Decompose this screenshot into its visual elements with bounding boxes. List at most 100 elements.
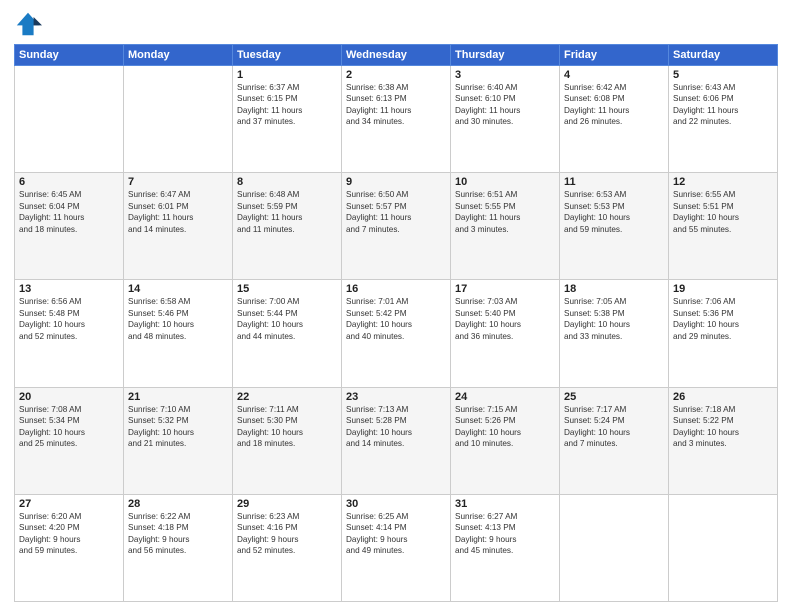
calendar-cell: 21Sunrise: 7:10 AM Sunset: 5:32 PM Dayli… <box>124 387 233 494</box>
cell-text: Sunrise: 6:40 AM Sunset: 6:10 PM Dayligh… <box>455 82 555 128</box>
day-number: 18 <box>564 283 664 295</box>
day-number: 27 <box>19 498 119 510</box>
calendar-header-tuesday: Tuesday <box>233 45 342 66</box>
cell-text: Sunrise: 6:43 AM Sunset: 6:06 PM Dayligh… <box>673 82 773 128</box>
day-number: 3 <box>455 69 555 81</box>
cell-text: Sunrise: 6:48 AM Sunset: 5:59 PM Dayligh… <box>237 189 337 235</box>
cell-text: Sunrise: 6:25 AM Sunset: 4:14 PM Dayligh… <box>346 511 446 557</box>
calendar-cell: 16Sunrise: 7:01 AM Sunset: 5:42 PM Dayli… <box>342 280 451 387</box>
calendar-cell: 30Sunrise: 6:25 AM Sunset: 4:14 PM Dayli… <box>342 494 451 601</box>
calendar-header-monday: Monday <box>124 45 233 66</box>
calendar-week-0: 1Sunrise: 6:37 AM Sunset: 6:15 PM Daylig… <box>15 66 778 173</box>
cell-text: Sunrise: 7:13 AM Sunset: 5:28 PM Dayligh… <box>346 404 446 450</box>
day-number: 2 <box>346 69 446 81</box>
calendar-cell: 20Sunrise: 7:08 AM Sunset: 5:34 PM Dayli… <box>15 387 124 494</box>
cell-text: Sunrise: 6:51 AM Sunset: 5:55 PM Dayligh… <box>455 189 555 235</box>
day-number: 15 <box>237 283 337 295</box>
calendar-header-saturday: Saturday <box>669 45 778 66</box>
cell-text: Sunrise: 6:58 AM Sunset: 5:46 PM Dayligh… <box>128 296 228 342</box>
calendar-cell: 4Sunrise: 6:42 AM Sunset: 6:08 PM Daylig… <box>560 66 669 173</box>
calendar-cell: 6Sunrise: 6:45 AM Sunset: 6:04 PM Daylig… <box>15 173 124 280</box>
day-number: 9 <box>346 176 446 188</box>
day-number: 26 <box>673 391 773 403</box>
calendar-header-thursday: Thursday <box>451 45 560 66</box>
day-number: 22 <box>237 391 337 403</box>
day-number: 5 <box>673 69 773 81</box>
day-number: 7 <box>128 176 228 188</box>
calendar-cell: 15Sunrise: 7:00 AM Sunset: 5:44 PM Dayli… <box>233 280 342 387</box>
day-number: 8 <box>237 176 337 188</box>
calendar-cell: 10Sunrise: 6:51 AM Sunset: 5:55 PM Dayli… <box>451 173 560 280</box>
day-number: 16 <box>346 283 446 295</box>
calendar-cell: 7Sunrise: 6:47 AM Sunset: 6:01 PM Daylig… <box>124 173 233 280</box>
day-number: 12 <box>673 176 773 188</box>
cell-text: Sunrise: 6:23 AM Sunset: 4:16 PM Dayligh… <box>237 511 337 557</box>
calendar-cell: 9Sunrise: 6:50 AM Sunset: 5:57 PM Daylig… <box>342 173 451 280</box>
calendar-cell: 11Sunrise: 6:53 AM Sunset: 5:53 PM Dayli… <box>560 173 669 280</box>
day-number: 1 <box>237 69 337 81</box>
day-number: 31 <box>455 498 555 510</box>
day-number: 17 <box>455 283 555 295</box>
calendar-week-1: 6Sunrise: 6:45 AM Sunset: 6:04 PM Daylig… <box>15 173 778 280</box>
day-number: 28 <box>128 498 228 510</box>
cell-text: Sunrise: 7:01 AM Sunset: 5:42 PM Dayligh… <box>346 296 446 342</box>
calendar-cell: 8Sunrise: 6:48 AM Sunset: 5:59 PM Daylig… <box>233 173 342 280</box>
calendar-cell: 31Sunrise: 6:27 AM Sunset: 4:13 PM Dayli… <box>451 494 560 601</box>
cell-text: Sunrise: 6:55 AM Sunset: 5:51 PM Dayligh… <box>673 189 773 235</box>
cell-text: Sunrise: 6:45 AM Sunset: 6:04 PM Dayligh… <box>19 189 119 235</box>
page: SundayMondayTuesdayWednesdayThursdayFrid… <box>0 0 792 612</box>
cell-text: Sunrise: 6:42 AM Sunset: 6:08 PM Dayligh… <box>564 82 664 128</box>
day-number: 10 <box>455 176 555 188</box>
cell-text: Sunrise: 7:03 AM Sunset: 5:40 PM Dayligh… <box>455 296 555 342</box>
cell-text: Sunrise: 6:37 AM Sunset: 6:15 PM Dayligh… <box>237 82 337 128</box>
cell-text: Sunrise: 7:18 AM Sunset: 5:22 PM Dayligh… <box>673 404 773 450</box>
logo <box>14 10 46 38</box>
calendar-cell: 25Sunrise: 7:17 AM Sunset: 5:24 PM Dayli… <box>560 387 669 494</box>
day-number: 23 <box>346 391 446 403</box>
calendar-header-sunday: Sunday <box>15 45 124 66</box>
calendar-cell <box>669 494 778 601</box>
day-number: 6 <box>19 176 119 188</box>
day-number: 14 <box>128 283 228 295</box>
logo-icon <box>14 10 42 38</box>
calendar-cell <box>560 494 669 601</box>
calendar-cell: 3Sunrise: 6:40 AM Sunset: 6:10 PM Daylig… <box>451 66 560 173</box>
day-number: 20 <box>19 391 119 403</box>
day-number: 30 <box>346 498 446 510</box>
cell-text: Sunrise: 6:38 AM Sunset: 6:13 PM Dayligh… <box>346 82 446 128</box>
calendar-cell: 14Sunrise: 6:58 AM Sunset: 5:46 PM Dayli… <box>124 280 233 387</box>
calendar-header-friday: Friday <box>560 45 669 66</box>
calendar-table: SundayMondayTuesdayWednesdayThursdayFrid… <box>14 44 778 602</box>
calendar-cell <box>15 66 124 173</box>
day-number: 13 <box>19 283 119 295</box>
calendar-cell: 13Sunrise: 6:56 AM Sunset: 5:48 PM Dayli… <box>15 280 124 387</box>
header <box>14 10 778 38</box>
cell-text: Sunrise: 6:50 AM Sunset: 5:57 PM Dayligh… <box>346 189 446 235</box>
calendar-cell: 19Sunrise: 7:06 AM Sunset: 5:36 PM Dayli… <box>669 280 778 387</box>
day-number: 4 <box>564 69 664 81</box>
calendar-cell: 22Sunrise: 7:11 AM Sunset: 5:30 PM Dayli… <box>233 387 342 494</box>
day-number: 19 <box>673 283 773 295</box>
cell-text: Sunrise: 7:17 AM Sunset: 5:24 PM Dayligh… <box>564 404 664 450</box>
cell-text: Sunrise: 6:27 AM Sunset: 4:13 PM Dayligh… <box>455 511 555 557</box>
calendar-cell: 12Sunrise: 6:55 AM Sunset: 5:51 PM Dayli… <box>669 173 778 280</box>
calendar-cell: 2Sunrise: 6:38 AM Sunset: 6:13 PM Daylig… <box>342 66 451 173</box>
day-number: 24 <box>455 391 555 403</box>
calendar-cell: 27Sunrise: 6:20 AM Sunset: 4:20 PM Dayli… <box>15 494 124 601</box>
cell-text: Sunrise: 7:00 AM Sunset: 5:44 PM Dayligh… <box>237 296 337 342</box>
day-number: 29 <box>237 498 337 510</box>
calendar-cell: 18Sunrise: 7:05 AM Sunset: 5:38 PM Dayli… <box>560 280 669 387</box>
calendar-cell <box>124 66 233 173</box>
calendar-cell: 29Sunrise: 6:23 AM Sunset: 4:16 PM Dayli… <box>233 494 342 601</box>
day-number: 21 <box>128 391 228 403</box>
calendar-header-wednesday: Wednesday <box>342 45 451 66</box>
calendar-week-3: 20Sunrise: 7:08 AM Sunset: 5:34 PM Dayli… <box>15 387 778 494</box>
cell-text: Sunrise: 6:53 AM Sunset: 5:53 PM Dayligh… <box>564 189 664 235</box>
calendar-cell: 5Sunrise: 6:43 AM Sunset: 6:06 PM Daylig… <box>669 66 778 173</box>
calendar-cell: 23Sunrise: 7:13 AM Sunset: 5:28 PM Dayli… <box>342 387 451 494</box>
calendar-week-4: 27Sunrise: 6:20 AM Sunset: 4:20 PM Dayli… <box>15 494 778 601</box>
calendar-cell: 24Sunrise: 7:15 AM Sunset: 5:26 PM Dayli… <box>451 387 560 494</box>
calendar-cell: 1Sunrise: 6:37 AM Sunset: 6:15 PM Daylig… <box>233 66 342 173</box>
day-number: 11 <box>564 176 664 188</box>
calendar-header-row: SundayMondayTuesdayWednesdayThursdayFrid… <box>15 45 778 66</box>
